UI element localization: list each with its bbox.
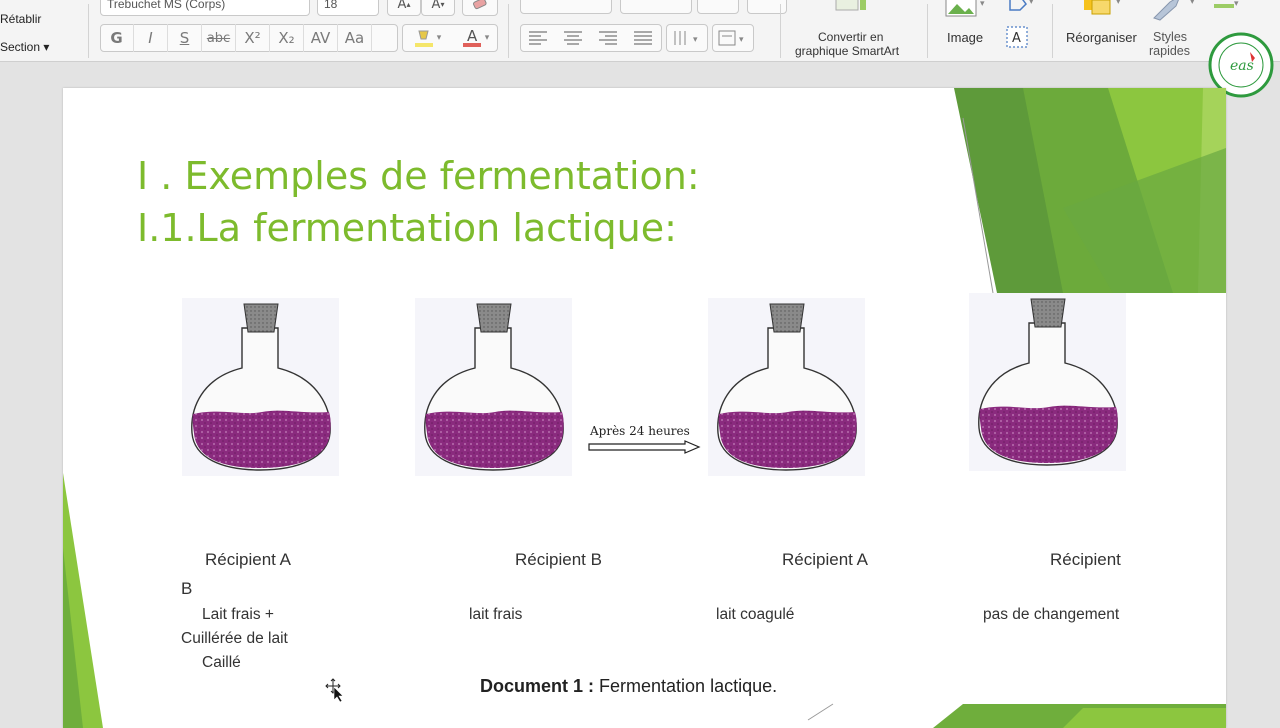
arrow-icon <box>588 440 701 454</box>
text-box-icon[interactable]: A <box>1004 24 1032 50</box>
eraser-icon <box>473 0 487 10</box>
clear-format-button[interactable] <box>462 0 498 16</box>
shape-fill-icon[interactable]: ▾ <box>1212 0 1242 12</box>
quick-styles-icon[interactable]: ▾ <box>1150 0 1202 22</box>
styles-label-2[interactable]: rapides <box>1149 44 1190 58</box>
content-a1-line2: Cuillérée de lait <box>181 630 288 647</box>
arrow-label: Après 24 heures <box>590 424 690 438</box>
flask-a-after[interactable] <box>708 298 865 476</box>
flask-a-before[interactable] <box>182 298 339 476</box>
font-name-value: Trebuchet MS (Corps) <box>107 0 226 11</box>
font-color-icon: A <box>462 27 481 47</box>
smartart-label-1[interactable]: Convertir en <box>818 30 883 44</box>
shapes-icon[interactable]: ▾ <box>1004 0 1038 14</box>
justify-button[interactable] <box>625 24 660 52</box>
svg-text:▾: ▾ <box>739 34 744 44</box>
arrange-icon[interactable]: ▾ <box>1082 0 1128 18</box>
content-b2: pas de changement <box>983 606 1120 623</box>
slide-title-line-2[interactable]: I.1.La fermentation lactique: <box>137 206 677 250</box>
svg-text:A: A <box>467 27 478 45</box>
character-spacing-button[interactable]: AV <box>304 24 338 52</box>
ribbon-separator <box>1052 4 1053 58</box>
align-left-button[interactable] <box>520 24 555 52</box>
content-a1-line1: Lait frais + <box>202 606 274 623</box>
font-size-select[interactable]: 18 <box>317 0 379 16</box>
document-caption-bold: Document 1 : <box>480 676 595 696</box>
italic-button[interactable]: I <box>134 24 168 52</box>
svg-text:eas: eas <box>1230 58 1254 74</box>
font-color-button[interactable]: A ▾ <box>452 25 496 51</box>
align-right-button[interactable] <box>590 24 625 52</box>
chevron-down-icon: ▾ <box>484 33 490 43</box>
caption-recipient-b-1: Récipient B <box>515 550 602 569</box>
highlight-color-button[interactable]: ▾ <box>403 25 449 51</box>
subscript-button[interactable]: X₂ <box>270 24 304 52</box>
move-cursor-icon <box>325 678 344 702</box>
list-buttons[interactable] <box>520 0 612 14</box>
highlighter-icon <box>414 30 433 47</box>
svg-text:▾: ▾ <box>980 0 985 8</box>
align-center-button[interactable] <box>555 24 590 52</box>
shrink-font-button[interactable]: A ▾ <box>421 0 455 16</box>
ribbon-separator <box>927 4 928 58</box>
slide-title-line-1[interactable]: I . Exemples de fermentation: <box>137 154 700 198</box>
caption-overflow: B <box>181 579 193 598</box>
strikethrough-button[interactable]: abc <box>202 24 236 52</box>
align-left-icon <box>528 31 547 45</box>
align-center-icon <box>563 31 582 45</box>
svg-text:▾: ▾ <box>1190 0 1195 6</box>
ribbon-separator <box>780 4 781 58</box>
ribbon-separator <box>88 4 89 58</box>
superscript-button[interactable]: X² <box>236 24 270 52</box>
styles-label-1[interactable]: Styles <box>1153 30 1187 44</box>
content-b1: lait frais <box>469 606 523 623</box>
underline-button[interactable]: S <box>168 24 202 52</box>
svg-text:▾: ▾ <box>1116 0 1121 6</box>
text-direction-button[interactable]: ▾ <box>666 24 708 52</box>
svg-text:A: A <box>1012 31 1021 46</box>
redo-button[interactable]: Rétablir <box>0 12 41 26</box>
caption-recipient-b-2: Récipient <box>1050 550 1121 569</box>
grow-font-button[interactable]: A ▴ <box>387 0 421 16</box>
line-spacing-button[interactable] <box>697 0 739 14</box>
svg-text:▾: ▾ <box>693 34 698 44</box>
flask-b-after[interactable] <box>969 293 1126 471</box>
caption-recipient-a-2: Récipient A <box>782 550 868 569</box>
document-caption-text: Fermentation lactique. <box>594 676 778 696</box>
smartart-label-2[interactable]: graphique SmartArt <box>795 44 899 58</box>
bold-button[interactable]: G <box>100 24 134 52</box>
content-a2: lait coagulé <box>716 606 795 623</box>
document-caption: Document 1 : Fermentation lactique. <box>480 676 777 697</box>
format-buttons: G I Sabc X² X₂ AV Aa <box>100 24 372 52</box>
change-case-button[interactable]: Aa <box>338 24 372 52</box>
ribbon-separator <box>508 4 509 58</box>
content-a1-line3: Caillé <box>202 654 241 671</box>
flask-b-before[interactable] <box>415 298 572 476</box>
chevron-down-icon: ▾ <box>436 33 442 43</box>
columns-button[interactable] <box>747 0 787 14</box>
text-direction-icon: ▾ <box>674 31 698 45</box>
caption-recipient-a-1: Récipient A <box>205 550 291 569</box>
font-size-value: 18 <box>324 0 338 11</box>
align-text-button[interactable]: ▾ <box>712 24 754 52</box>
justify-icon <box>633 31 652 45</box>
image-label[interactable]: Image <box>947 30 983 45</box>
align-right-icon <box>598 31 617 45</box>
arrange-label[interactable]: Réorganiser <box>1066 30 1137 45</box>
svg-text:▾: ▾ <box>1029 0 1034 6</box>
alignment-buttons <box>520 24 660 52</box>
smartart-icon <box>835 0 866 11</box>
indent-buttons[interactable] <box>620 0 692 14</box>
font-name-select[interactable]: Trebuchet MS (Corps) <box>100 0 310 16</box>
svg-text:▾: ▾ <box>1234 0 1239 8</box>
ribbon: Rétablir Section ▾ Trebuchet MS (Corps) … <box>0 0 1280 62</box>
section-menu[interactable]: Section ▾ <box>0 40 49 54</box>
align-text-icon: ▾ <box>718 30 744 46</box>
slide-canvas[interactable]: I . Exemples de fermentation: I.1.La fer… <box>63 88 1226 728</box>
image-icon[interactable]: ▾ <box>945 0 991 18</box>
